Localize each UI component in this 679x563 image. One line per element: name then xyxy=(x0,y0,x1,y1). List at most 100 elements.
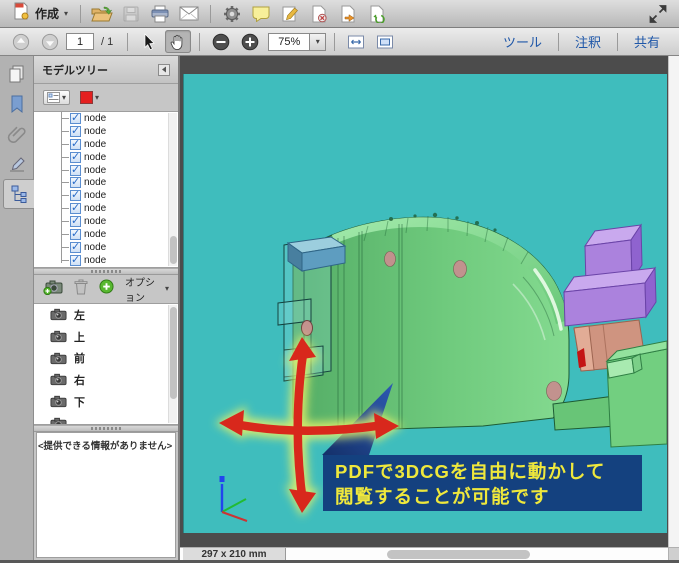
tree-node-row[interactable]: node xyxy=(34,214,178,228)
save-button[interactable] xyxy=(118,3,144,25)
top-toolbar: 作成 ▾ xyxy=(0,0,679,28)
node-checkbox[interactable] xyxy=(70,201,81,215)
status-bar: 297 x 210 mm xyxy=(180,547,668,561)
tree-node-row[interactable]: node xyxy=(34,188,178,202)
select-tool-button[interactable] xyxy=(136,30,162,53)
node-checkbox[interactable] xyxy=(70,227,81,240)
arrow-up-icon xyxy=(12,33,30,50)
tree-node-row[interactable]: node xyxy=(34,240,178,254)
node-checkbox[interactable] xyxy=(70,188,81,202)
zoom-level-select[interactable]: 75% ▾ xyxy=(268,32,327,51)
views-toolbar: オプション ▾ xyxy=(34,274,178,304)
tree-node-row[interactable]: node xyxy=(34,137,178,151)
node-checkbox[interactable] xyxy=(70,240,81,253)
navigation-strip xyxy=(0,56,35,563)
comments-link[interactable]: 注釈 xyxy=(564,32,612,51)
open-folder-button[interactable] xyxy=(89,3,115,25)
tree-node-row[interactable]: node xyxy=(34,175,178,189)
panel-splitter[interactable] xyxy=(34,425,178,432)
model-tree-panel-button[interactable] xyxy=(3,179,35,209)
page-export-button[interactable] xyxy=(335,3,361,25)
tree-scrollbar[interactable] xyxy=(168,113,177,266)
fit-page-button[interactable] xyxy=(372,31,398,53)
camera-icon xyxy=(50,330,67,343)
camera-icon xyxy=(50,374,67,386)
node-checkbox[interactable] xyxy=(70,150,81,163)
email-icon xyxy=(179,6,199,21)
next-page-button[interactable] xyxy=(37,31,63,53)
tree-node-row[interactable]: node xyxy=(34,150,178,164)
view-row[interactable]: 右 xyxy=(34,369,178,391)
create-button[interactable]: 作成 ▾ xyxy=(8,0,72,27)
sign-button[interactable] xyxy=(277,3,303,25)
divider xyxy=(616,32,618,51)
tree-node-row[interactable]: node xyxy=(34,163,178,177)
vertical-scrollbar[interactable] xyxy=(668,56,679,547)
node-checkbox[interactable] xyxy=(70,124,81,137)
node-checkbox[interactable] xyxy=(70,137,81,150)
horizontal-scrollbar[interactable] xyxy=(387,550,530,559)
node-checkbox[interactable] xyxy=(70,112,81,124)
email-button[interactable] xyxy=(176,3,202,25)
previous-page-button[interactable] xyxy=(8,31,34,53)
signatures-panel-button[interactable] xyxy=(4,153,30,177)
node-checkbox[interactable] xyxy=(70,175,81,189)
paperclip-icon xyxy=(7,126,26,143)
node-checkbox[interactable] xyxy=(70,214,81,228)
tree-node-row[interactable]: node xyxy=(34,201,178,215)
view-row[interactable]: 下 xyxy=(34,391,178,413)
tree-node-row[interactable]: node xyxy=(34,253,178,267)
view-row[interactable]: 前 xyxy=(34,347,178,369)
page-number-input[interactable] xyxy=(66,33,94,50)
add-button[interactable] xyxy=(99,279,114,299)
node-checkbox[interactable] xyxy=(70,163,81,176)
fit-width-button[interactable] xyxy=(343,31,369,53)
zoom-in-button[interactable] xyxy=(237,31,263,53)
3d-canvas[interactable]: PDFで3DCGを自由に動かして 閲覧することが可能です xyxy=(183,74,667,533)
divider xyxy=(199,32,201,51)
plus-circle-icon xyxy=(99,279,114,294)
arrow-down-icon xyxy=(41,33,59,50)
view-row[interactable]: 上 xyxy=(34,326,178,348)
fullscreen-icon xyxy=(649,4,667,23)
print-button[interactable] xyxy=(147,3,173,25)
model-tree-list: node node node node node node node node … xyxy=(34,111,178,268)
highlight-color-button[interactable]: ▾ xyxy=(80,91,99,104)
panel-header: モデルツリー xyxy=(34,56,178,84)
zoom-out-button[interactable] xyxy=(208,31,234,53)
view-row[interactable]: 左 xyxy=(34,304,178,326)
document-viewport: PDFで3DCGを自由に動かして 閲覧することが可能です 297 x 210 m… xyxy=(180,56,679,563)
nav-toolbar: / 1 75% ▾ ツール 注釈 共有 xyxy=(0,28,679,56)
trash-icon xyxy=(74,279,88,294)
page-delete-button[interactable] xyxy=(306,3,332,25)
plus-icon xyxy=(241,33,259,50)
hand-tool-button[interactable] xyxy=(165,30,192,53)
camera-icon xyxy=(50,417,67,424)
sticky-note-button[interactable] xyxy=(248,3,274,25)
attachments-panel-button[interactable] xyxy=(4,122,30,146)
page-rotate-button[interactable] xyxy=(364,3,390,25)
tree-node-row[interactable]: node xyxy=(34,124,178,138)
chevron-down-icon[interactable]: ▾ xyxy=(310,32,327,51)
pages-panel-button[interactable] xyxy=(4,62,30,86)
print-icon xyxy=(151,5,169,22)
tools-link[interactable]: ツール xyxy=(492,32,553,51)
create-view-button[interactable] xyxy=(43,279,63,300)
fullscreen-button[interactable] xyxy=(645,3,671,25)
views-scrollbar[interactable] xyxy=(168,305,177,423)
bookmark-icon xyxy=(11,95,23,114)
view-row-partial[interactable] xyxy=(34,412,178,424)
color-swatch-red xyxy=(80,91,94,104)
chevron-down-icon: ▾ xyxy=(95,92,100,102)
chevron-down-icon: ▾ xyxy=(62,92,67,102)
gear-button[interactable] xyxy=(219,3,245,25)
tree-node-row[interactable]: node xyxy=(34,112,178,125)
share-link[interactable]: 共有 xyxy=(623,32,671,51)
tree-node-row[interactable]: node xyxy=(34,227,178,241)
tree-display-options-button[interactable]: ▾ xyxy=(43,90,71,105)
delete-view-button[interactable] xyxy=(74,279,88,300)
options-menu-button[interactable]: オプション ▾ xyxy=(125,274,169,304)
node-checkbox[interactable] xyxy=(70,253,81,266)
bookmarks-panel-button[interactable] xyxy=(4,92,30,116)
collapse-panel-button[interactable] xyxy=(158,63,170,76)
